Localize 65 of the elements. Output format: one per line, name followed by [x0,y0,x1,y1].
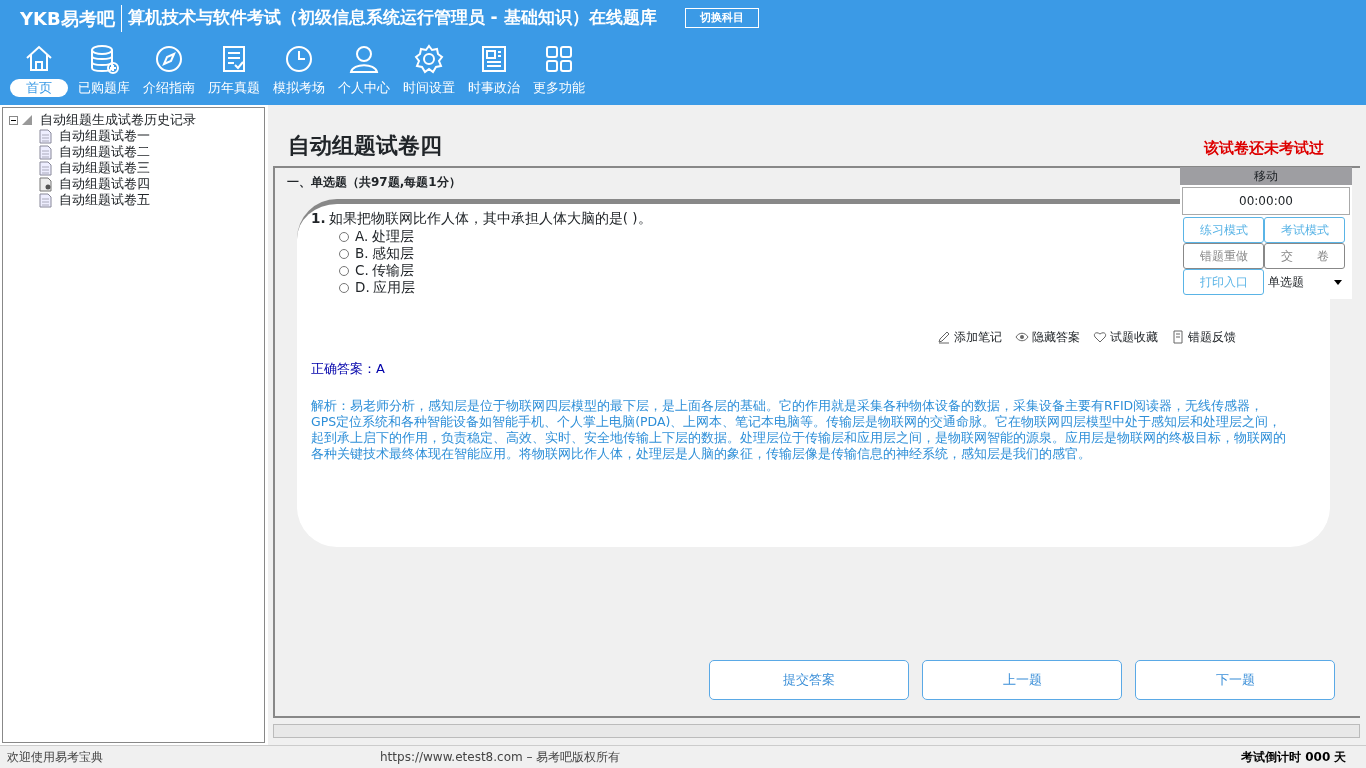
nav-tab[interactable]: 首页 [6,42,72,97]
horizontal-scrollbar[interactable] [273,724,1360,738]
folder-triangle-icon [21,114,34,126]
document-icon [39,144,52,160]
database-icon [88,42,120,75]
tree-node[interactable]: 自动组题生成试卷历史记录 [39,112,196,128]
paper-status: 该试卷还未考试过 [1204,138,1324,159]
action-link[interactable]: 错题反馈 [1188,328,1236,347]
nav-tab[interactable]: 个人中心 [331,42,397,97]
app-title: 算机技术与软件考试（初级信息系统运行管理员 - 基础知识）在线题库 [126,6,657,30]
question-number: 1. [311,209,326,228]
option-text: 处理层 [371,228,414,246]
document-icon [39,160,52,176]
caret-icon [1334,279,1342,285]
pencil-icon [937,330,951,345]
option-letter: A. [355,228,369,246]
tree-node[interactable]: 自动组题试卷五 [58,192,150,208]
tree-node[interactable]: 自动组题试卷四 [58,176,150,192]
question-text: 如果把物联网比作人体，其中承担人体大脑的是( )。 [328,209,652,228]
heart-icon [1093,330,1107,345]
status-welcome: 欢迎使用易考宝典 [5,749,104,766]
option-text: 传输层 [371,262,414,280]
nav-tab[interactable]: 模拟考场 [266,42,332,97]
option-text: 应用层 [372,279,415,297]
action-link[interactable]: 试题收藏 [1110,328,1158,347]
answer-value: A [376,360,385,379]
tree-node[interactable]: 自动组题试卷二 [58,144,150,160]
nav-button[interactable]: 上一题 [922,660,1122,700]
move-handle[interactable]: 移动 [1180,167,1352,185]
paper-title: 自动组题试卷四 [288,132,442,160]
settings-icon [413,42,445,75]
nav-button[interactable]: 提交答案 [709,660,909,700]
timer-display: 00:00:00 [1182,187,1350,215]
document-icon [39,128,52,144]
status-copyright: https://www.etest8.com – 易考吧版权所有 [380,749,622,766]
nav-tab[interactable]: 时间设置 [396,42,462,97]
tree-node[interactable]: 自动组题试卷一 [58,128,150,144]
type-select[interactable]: 单选题 [1264,269,1346,295]
nav-tab[interactable]: 介绍指南 [136,42,202,97]
panel-button[interactable]: 练习模式 [1183,217,1265,243]
option-letter: D. [355,279,370,297]
panel-button[interactable]: 打印入口 [1183,269,1265,295]
analysis-text: 解析：易老师分析，感知层是位于物联网四层模型的最下层，是上面各层的基础。它的作用就是采集各种物体设备的数据，采集设备主要有RFID阅读器，无线传感器，GPS定位系统和各种智能设备如智能手机、个人掌上电脑(PDA)、上网本、笔记本电脑等。传输层是物联网的交通命脉。它在物联网四层模型中处于感知层和处理层之间，起到承上启下的作用，负责稳定、高效、实时、安全地传输上下层的数据。处理层位于传输层和应用层之间，是物联网智能的源泉。应用层是物联网的终极目标，物联网的各种关键技术最终体现在智能应用。将物联网比作人体，处理层是人脑的象征，传输层像是传输信息的神经系统，感知层是我们的感官。 [311,398,1286,463]
panel-button[interactable]: 考试模式 [1264,217,1346,243]
section-heading: 一、单选题（共97题,每题1分） [287,174,461,191]
action-link[interactable]: 添加笔记 [954,328,1002,347]
nav-tab[interactable]: 已购题库 [71,42,137,97]
panel-button[interactable]: 错题重做 [1183,243,1265,269]
option-letter: C. [355,262,369,280]
action-link[interactable]: 隐藏答案 [1032,328,1080,347]
document-pin-icon [39,176,52,192]
panel-button[interactable]: 交 卷 [1264,243,1346,269]
nav-button[interactable]: 下一题 [1135,660,1335,700]
nav-tab[interactable]: 历年真题 [201,42,267,97]
nav-tab[interactable]: 时事政治 [461,42,527,97]
book-icon [1171,330,1185,345]
document-icon [39,192,52,208]
status-countdown: 考试倒计时 000 天 [1241,749,1348,766]
switch-subject-button[interactable]: 切换科目 [684,7,759,29]
tree-node[interactable]: 自动组题试卷三 [58,160,150,176]
logo-text: YKB易考吧 [20,4,122,32]
option-text: 感知层 [371,245,414,263]
nav-tab[interactable]: 更多功能 [526,42,592,97]
answer-label: 正确答案： [311,360,376,379]
option-letter: B. [355,245,369,263]
